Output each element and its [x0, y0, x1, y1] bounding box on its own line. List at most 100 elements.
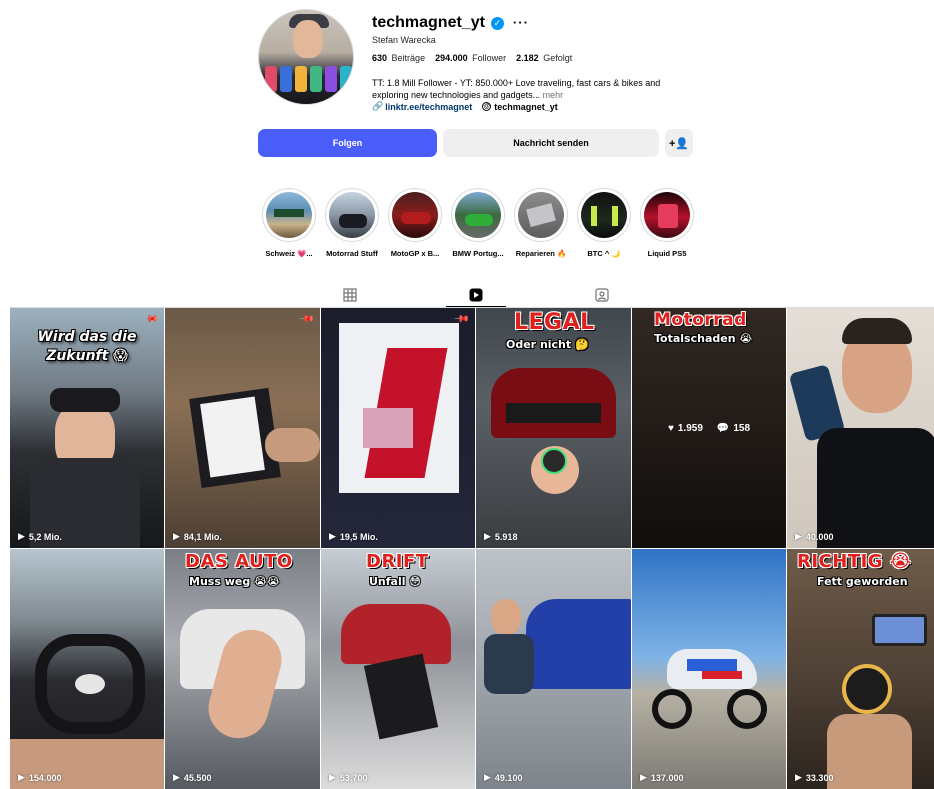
hover-stats: ♥ 1.959 💬 158: [632, 423, 786, 434]
view-count: ▶ 19,5 Mio.: [329, 531, 378, 542]
username: techmagnet_yt: [372, 14, 485, 31]
heart-icon: ♥: [667, 423, 674, 434]
highlight-cover: [329, 192, 375, 238]
highlight-item[interactable]: BMW Portug...: [451, 188, 505, 258]
view-count: ▶ 137.000: [640, 772, 684, 783]
view-count: ▶ 40.000: [795, 531, 834, 542]
avatar-phones: [265, 66, 352, 92]
reel-caption-sub: Totalschaden 😭: [654, 332, 753, 345]
reel-tile[interactable]: RICHTIG 😭 Fett geworden ▶ 33.300: [787, 549, 934, 789]
reel-tile[interactable]: ▶ 49.100: [476, 549, 631, 789]
play-icon: ▶: [173, 531, 180, 541]
bio-line-1: TT: 1.8 Mill Follower - YT: 850.000+ Lov…: [372, 78, 661, 88]
tab-posts[interactable]: [320, 283, 380, 307]
highlight-cover: [518, 192, 564, 238]
view-count: ▶ 5.918: [484, 531, 518, 542]
reel-tile[interactable]: LEGAL Oder nicht 🤔 ▶ 5.918: [476, 308, 631, 548]
reel-caption-red: DAS AUTO: [185, 551, 293, 572]
grid-icon: [343, 288, 357, 302]
view-count: ▶ 49.100: [484, 772, 523, 783]
bio: TT: 1.8 Mill Follower - YT: 850.000+ Lov…: [372, 77, 672, 101]
play-icon: ▶: [329, 772, 336, 782]
threads-icon: @: [482, 102, 492, 111]
view-count: ▶ 33.300: [795, 772, 834, 783]
comments-count: 💬 158: [716, 423, 751, 434]
reel-tile[interactable]: ▶ 40.000: [787, 308, 934, 548]
view-count: ▶ 53.700: [329, 772, 368, 783]
reels-icon: [469, 288, 483, 301]
avatar-face-shape: [293, 20, 323, 58]
stat-followers[interactable]: 294.000 Follower: [435, 53, 506, 63]
play-icon: ▶: [795, 772, 802, 782]
highlight-cover: [392, 192, 438, 238]
reel-caption: Wird das die Zukunft 😱: [37, 329, 137, 364]
highlight-cover: [455, 192, 501, 238]
highlight-label: BTC ^ 🌙: [587, 249, 621, 258]
more-options-icon[interactable]: ···: [513, 16, 529, 29]
highlight-label: Liquid PS5: [647, 249, 687, 258]
profile-stats: 630 Beiträge 294.000 Follower 2.182 Gefo…: [372, 53, 572, 63]
highlight-label: BMW Portug...: [452, 249, 504, 258]
tagged-icon: [595, 288, 609, 302]
highlight-cover: [581, 192, 627, 238]
stat-posts: 630 Beiträge: [372, 53, 426, 63]
reel-caption-red: DRIFT: [366, 551, 429, 572]
play-icon: ▶: [484, 772, 491, 782]
highlight-label: Motorrad Stuff: [326, 249, 378, 258]
view-count: ▶ 45.500: [173, 772, 212, 783]
threads-link-text: techmagnet_yt: [494, 101, 558, 112]
bio-more-link[interactable]: mehr: [543, 90, 564, 100]
reel-tile[interactable]: ▶ 154.000: [10, 549, 164, 789]
send-message-button[interactable]: Nachricht senden: [443, 129, 659, 157]
highlight-item[interactable]: Liquid PS5: [640, 188, 694, 258]
full-name: Stefan Warecka: [372, 35, 436, 45]
tab-reels[interactable]: [446, 283, 506, 307]
reels-grid: Wird das die Zukunft 😱 📌 ▶ 5,2 Mio. 📌 ▶ 84…: [10, 308, 934, 789]
reel-caption-red: Motorrad: [654, 310, 747, 330]
highlight-item[interactable]: BTC ^ 🌙: [577, 188, 631, 258]
play-icon: ▶: [173, 772, 180, 782]
view-count: ▶ 154.000: [18, 772, 62, 783]
bio-line-2: exploring new technologies and gadgets..…: [372, 90, 564, 100]
highlight-cover: [644, 192, 690, 238]
reel-tile[interactable]: 📌 ▶ 84,1 Mio.: [165, 308, 320, 548]
reel-caption-sub: Oder nicht 🤔: [506, 338, 589, 351]
reel-tile[interactable]: Wird das die Zukunft 😱 📌 ▶ 5,2 Mio.: [10, 308, 164, 548]
highlight-item[interactable]: MotoGP x B...: [388, 188, 442, 258]
add-user-icon[interactable]: +👤: [665, 129, 693, 157]
reel-tile[interactable]: DAS AUTO Muss weg 😭😭 ▶ 45.500: [165, 549, 320, 789]
play-icon: ▶: [640, 772, 647, 782]
play-icon: ▶: [484, 531, 491, 541]
play-icon: ▶: [18, 531, 25, 541]
likes-count: ♥ 1.959: [667, 423, 703, 434]
highlight-cover: [266, 192, 312, 238]
highlight-item[interactable]: Motorrad Stuff: [325, 188, 379, 258]
reel-tile[interactable]: Motorrad Totalschaden 😭 ♥ 1.959 💬 158: [632, 308, 786, 548]
link-icon: 🔗: [372, 101, 384, 111]
reel-tile[interactable]: ▶ 137.000: [632, 549, 786, 789]
username-row: techmagnet_yt ✓ ···: [372, 12, 529, 34]
threads-link[interactable]: @ techmagnet_yt: [482, 102, 558, 112]
profile-links: 🔗 linktr.ee/techmagnet @ techmagnet_yt: [372, 101, 558, 112]
comment-icon: 💬: [716, 423, 730, 434]
reel-caption-red: LEGAL: [514, 310, 595, 335]
reel-tile[interactable]: DRIFT Unfall 😳 ▶ 53.700: [321, 549, 475, 789]
verified-badge-icon: ✓: [490, 16, 504, 30]
highlight-item[interactable]: Schweiz 💗...: [262, 188, 316, 258]
external-link[interactable]: 🔗 linktr.ee/techmagnet: [372, 101, 472, 112]
tab-tagged[interactable]: [572, 283, 632, 307]
view-count: ▶ 84,1 Mio.: [173, 531, 222, 542]
highlight-label: MotoGP x B...: [390, 249, 440, 258]
external-link-text: linktr.ee/techmagnet: [385, 101, 473, 112]
highlight-label: Reparieren 🔥: [515, 249, 567, 258]
stat-following[interactable]: 2.182 Gefolgt: [516, 53, 572, 63]
reel-tile[interactable]: 📌 ▶ 19,5 Mio.: [321, 308, 475, 548]
follow-button[interactable]: Folgen: [258, 129, 437, 157]
play-icon: ▶: [329, 531, 336, 541]
highlight-item[interactable]: Reparieren 🔥: [514, 188, 568, 258]
reel-caption-sub: Muss weg 😭😭: [189, 575, 280, 588]
play-icon: ▶: [795, 531, 802, 541]
reel-caption-sub: Fett geworden: [817, 575, 908, 588]
profile-avatar[interactable]: [258, 9, 354, 105]
reel-caption-red: RICHTIG 😭: [797, 551, 912, 572]
